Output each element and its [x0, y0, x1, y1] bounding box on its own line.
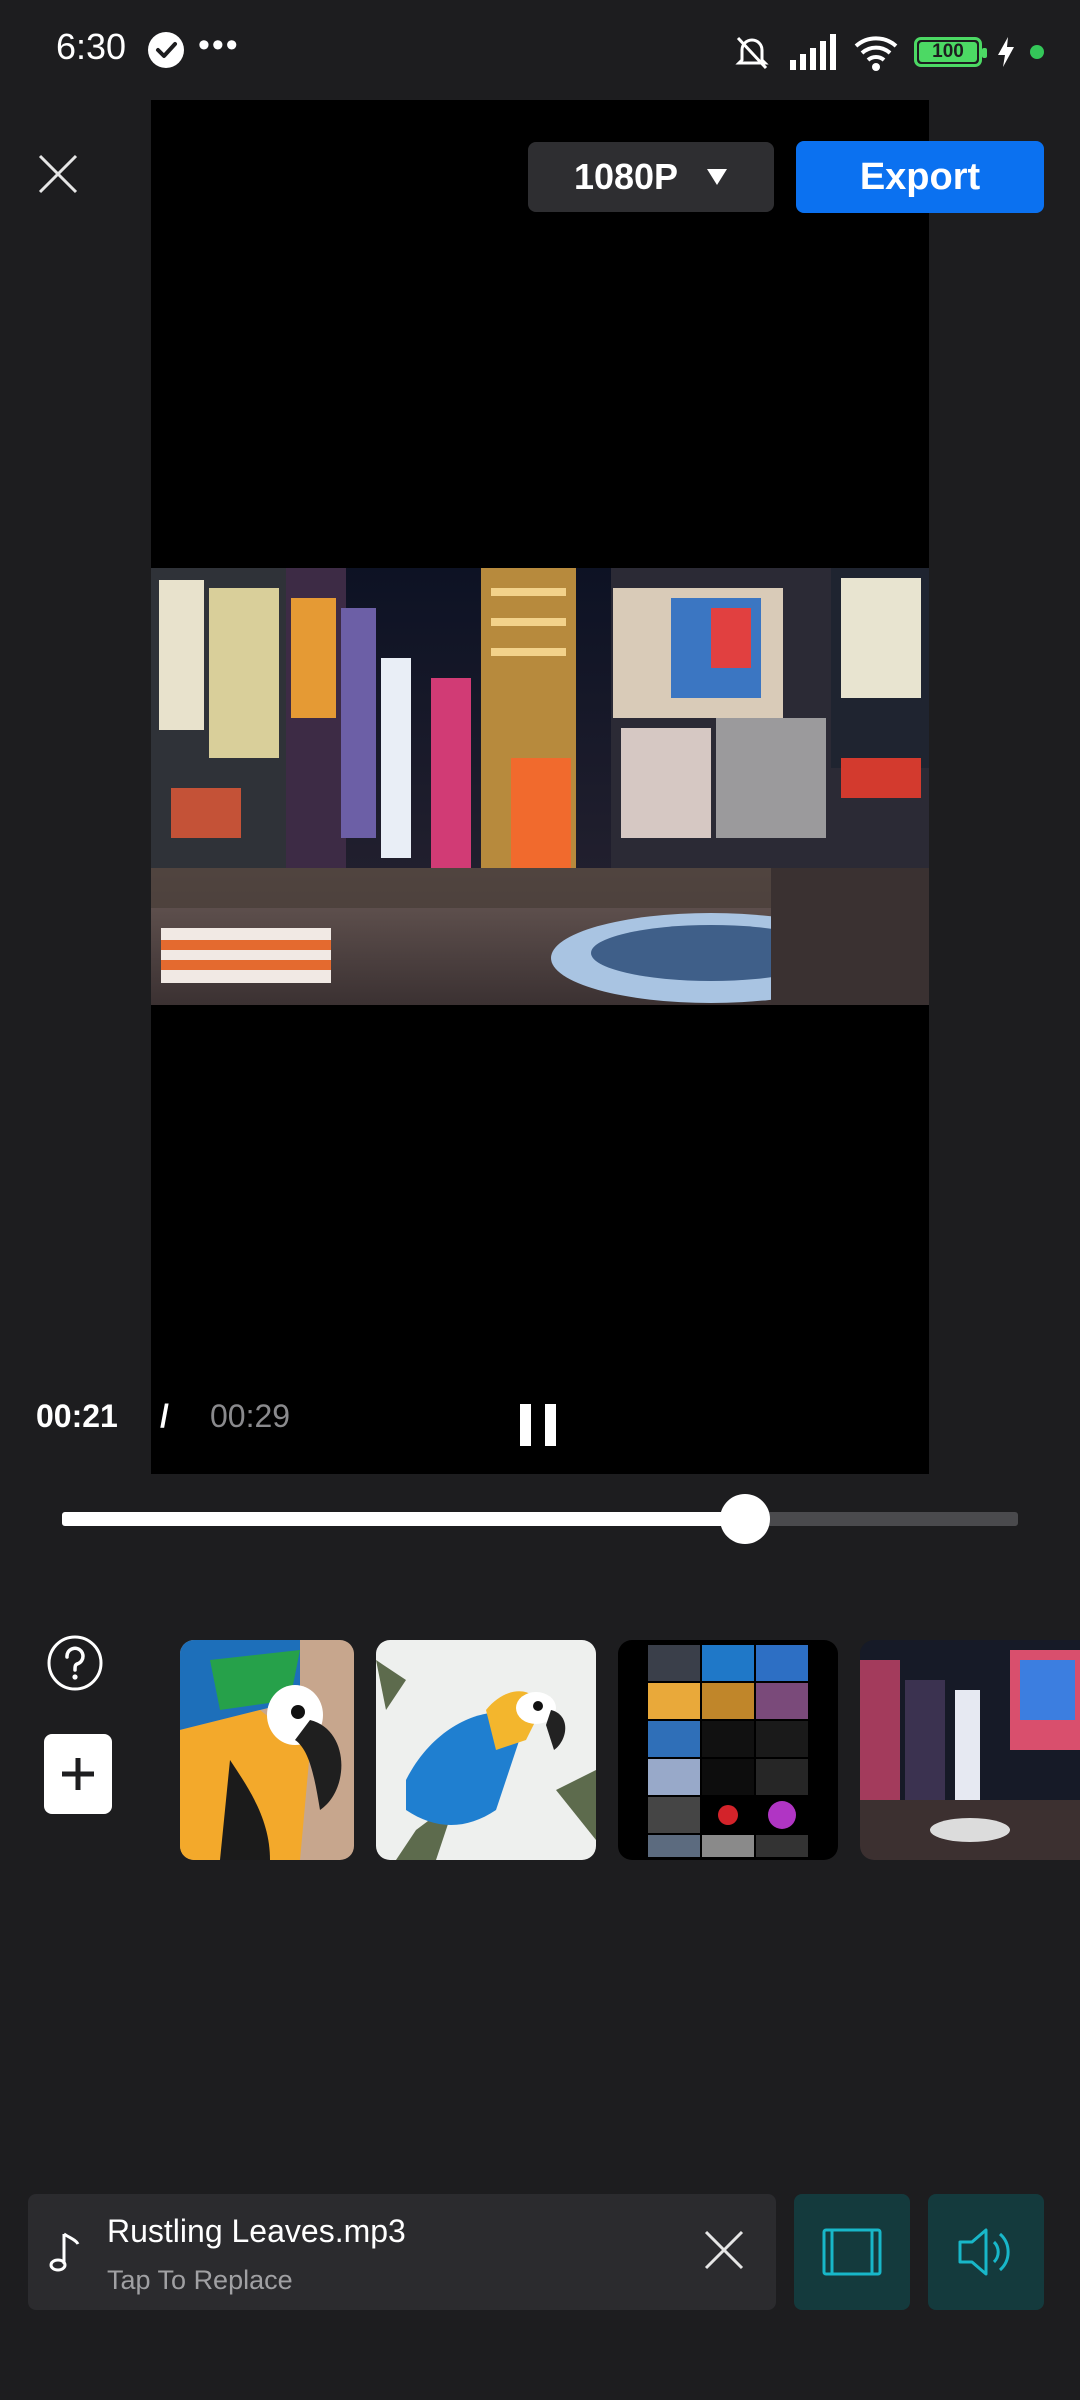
- thumbnail-parrot-closeup[interactable]: [180, 1640, 354, 1860]
- battery-icon: 100: [914, 37, 987, 67]
- close-button[interactable]: [34, 150, 82, 198]
- aspect-ratio-icon: [822, 2228, 882, 2276]
- aspect-ratio-button[interactable]: [794, 2194, 910, 2310]
- volume-button[interactable]: [928, 2194, 1044, 2310]
- wifi-icon: [854, 36, 898, 71]
- resolution-label: 1080P: [573, 156, 679, 197]
- check-circle-icon: [148, 32, 184, 68]
- video-frame[interactable]: [151, 568, 929, 1005]
- progress-fill: [62, 1512, 745, 1526]
- audio-replace-hint[interactable]: Tap To Replace: [107, 2265, 293, 2296]
- progress-handle[interactable]: [720, 1494, 770, 1544]
- total-time: 00:29: [210, 1398, 291, 1434]
- music-note-icon: [46, 2230, 82, 2274]
- status-time: 6:30: [56, 26, 127, 67]
- dot-indicator: [1030, 45, 1044, 59]
- charging-bolt-icon: [998, 37, 1014, 67]
- add-media-button[interactable]: [44, 1734, 112, 1814]
- status-icons: 100: [730, 30, 1044, 74]
- thumbnail-parrot-on-branch[interactable]: [376, 1640, 596, 1860]
- audio-title: Rustling Leaves.mp3: [107, 2213, 406, 2249]
- mute-bell-icon: [735, 36, 769, 70]
- battery-level: 100: [932, 41, 964, 62]
- thumbnail-times-square-night[interactable]: [860, 1640, 1080, 1860]
- speaker-icon: [958, 2228, 1010, 2276]
- help-button[interactable]: [47, 1635, 103, 1691]
- remove-audio-button[interactable]: [702, 2228, 746, 2272]
- signal-icon: [790, 34, 836, 70]
- more-notifications-icon: •••: [198, 26, 240, 64]
- current-time: 00:21: [36, 1398, 118, 1434]
- time-separator: /: [160, 1398, 169, 1434]
- export-button[interactable]: Export: [796, 141, 1044, 213]
- question-circle-icon: [47, 1635, 103, 1691]
- pause-icon: [520, 1404, 556, 1446]
- pause-button[interactable]: [518, 1402, 558, 1448]
- thumbnail-photo-collage[interactable]: [618, 1640, 838, 1860]
- caret-down-icon: [707, 169, 728, 185]
- close-icon: [704, 2230, 744, 2270]
- close-icon: [38, 154, 78, 194]
- resolution-dropdown[interactable]: 1080P: [528, 142, 774, 212]
- plus-icon: [62, 1758, 94, 1790]
